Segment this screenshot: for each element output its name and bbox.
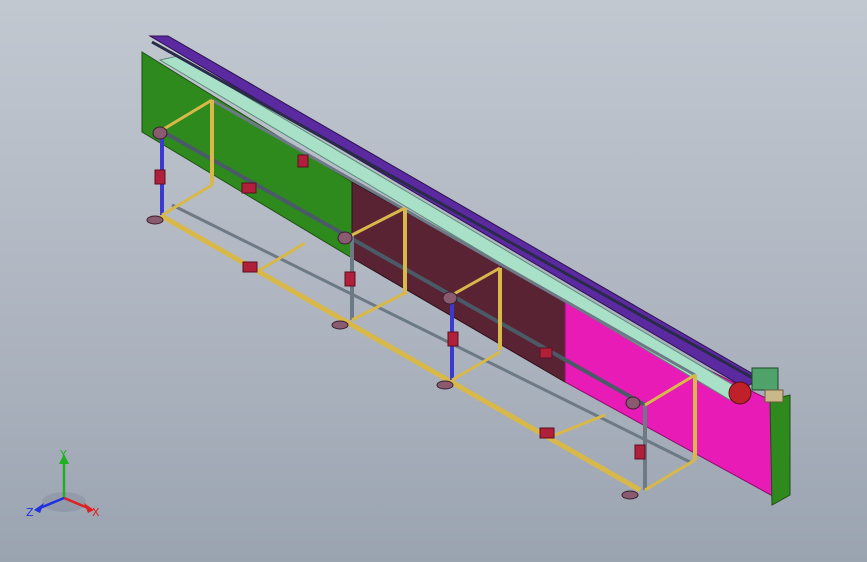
conveyor-edge bbox=[151, 40, 761, 384]
x-axis-label: X bbox=[92, 506, 100, 519]
conveyor-model[interactable] bbox=[0, 0, 867, 562]
z-axis-label: Z bbox=[26, 506, 34, 519]
end-cap-panel bbox=[769, 394, 791, 506]
graphics-viewport[interactable]: Y X Z bbox=[0, 0, 867, 562]
y-axis-label: Y bbox=[59, 448, 67, 461]
orientation-triad: Y X Z bbox=[26, 448, 100, 519]
